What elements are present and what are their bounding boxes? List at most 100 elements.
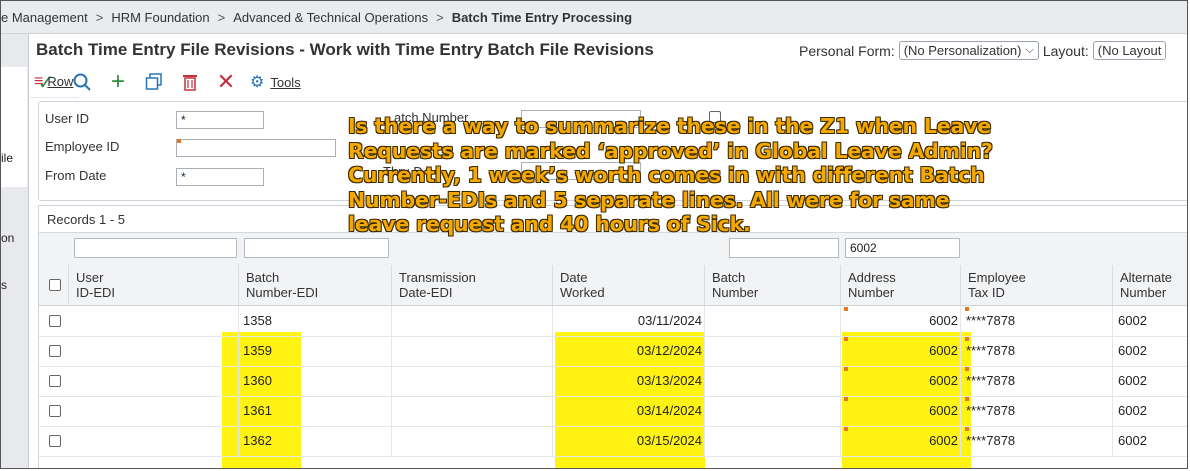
breadcrumb-item-hrm-foundation[interactable]: HRM Foundation <box>111 10 209 25</box>
table-cell-transmission-date-edi <box>392 306 553 336</box>
change-marker <box>965 307 969 311</box>
table-cell-batch-number <box>705 306 841 336</box>
layout-select[interactable]: (No Layout <box>1092 41 1167 60</box>
table-row[interactable]: 1361 03/14/2024 6002 ****7878 6002 <box>39 396 1187 427</box>
table-cell-date-worked: 03/15/2024 <box>553 426 705 456</box>
plus-icon[interactable]: + <box>100 68 136 95</box>
select-all-checkbox[interactable] <box>49 279 61 291</box>
table-row[interactable]: 1358 03/11/2024 6002 ****7878 6002 <box>39 306 1187 337</box>
change-marker <box>965 367 969 371</box>
change-marker <box>844 307 848 311</box>
annotation-text: Is there a way to summarize these in the… <box>348 114 993 236</box>
column-header-employee-tax-id[interactable]: Employee Tax ID <box>961 265 1113 305</box>
table-cell-address-number: 6002 <box>841 396 961 426</box>
table-cell-date-worked: 03/12/2024 <box>553 336 705 366</box>
table-cell-address-number: 6002 <box>841 336 961 366</box>
row-icon: ≡ <box>34 72 44 90</box>
app-window: e Management > HRM Foundation > Advanced… <box>0 0 1188 469</box>
table-cell-batch-number <box>705 426 841 456</box>
grid-header: User ID-EDI Batch Number-EDI Transmission D… <box>39 265 1187 306</box>
breadcrumb-separator: > <box>95 9 104 25</box>
change-marker <box>844 397 848 401</box>
table-cell-alternate-number: 6002 <box>1118 373 1147 388</box>
left-rail-panel <box>1 67 27 187</box>
close-icon[interactable]: ✕ <box>208 69 244 94</box>
row-menu-label: Row <box>47 74 74 89</box>
column-header-date-worked[interactable]: Date Worked <box>553 265 705 305</box>
row-checkbox[interactable] <box>49 375 61 387</box>
breadcrumb-separator: > <box>217 9 226 25</box>
table-row[interactable]: 1360 03/13/2024 6002 ****7878 6002 <box>39 366 1187 397</box>
table-cell-transmission-date-edi <box>392 366 553 396</box>
column-header-batch-number[interactable]: Batch Number <box>705 265 841 305</box>
breadcrumb-item-advanced-technical[interactable]: Advanced & Technical Operations <box>233 10 428 25</box>
table-row[interactable]: 1362 03/15/2024 6002 ****7878 6002 <box>39 426 1187 457</box>
tools-menu-label: Tools <box>270 74 301 90</box>
required-marker <box>177 139 181 143</box>
table-cell-user-id-edi <box>69 306 239 336</box>
row-checkbox[interactable] <box>49 345 61 357</box>
row-menu-button[interactable]: ≡ Row <box>28 67 80 98</box>
personal-form-bar: Personal Form: (No Personalization) ⌵ La… <box>799 41 1170 60</box>
table-cell-transmission-date-edi <box>392 396 553 426</box>
layout-label: Layout: <box>1042 42 1089 59</box>
column-header-address-number[interactable]: Address Number <box>841 265 961 305</box>
table-cell-date-worked: 03/13/2024 <box>553 366 705 396</box>
column-header-alternate-number[interactable]: Alternate Number <box>1113 265 1187 305</box>
user-id-input[interactable]: * <box>176 111 264 129</box>
table-cell-alternate-number: 6002 <box>1118 433 1147 448</box>
records-count: Records 1 - 5 <box>47 212 126 227</box>
grid-filter-row: 6002 <box>39 232 1187 267</box>
table-cell-user-id-edi <box>69 426 239 456</box>
filter-user-id-edi[interactable] <box>74 238 237 258</box>
table-cell-address-number: 6002 <box>841 366 961 396</box>
from-date-input[interactable]: * <box>176 168 264 186</box>
select-all-cell <box>39 265 69 305</box>
left-rail-fragment: ile <box>1 151 14 165</box>
table-cell-employee-tax-id: ****7878 <box>961 366 1113 396</box>
table-cell-employee-tax-id: ****7878 <box>961 336 1113 366</box>
records-grid: Records 1 - 5 6002 User ID-EDI Batch Numbe… <box>38 205 1187 468</box>
table-cell-date-worked: 03/11/2024 <box>553 306 705 336</box>
table-cell-batch-number <box>705 336 841 366</box>
left-rail: ile on s « <box>1 34 29 468</box>
filter-batch-number-edi[interactable] <box>244 238 389 258</box>
column-header-transmission-date-edi[interactable]: Transmission Date-EDI <box>392 265 553 305</box>
table-cell-alternate-number: 6002 <box>1118 313 1147 328</box>
layout-value: (No Layout <box>1097 43 1162 58</box>
filter-batch-number[interactable] <box>729 238 839 258</box>
toolbar: ✓ + ✕ ≡ Row ⚙ Tools <box>28 67 307 98</box>
trash-icon[interactable] <box>172 70 208 94</box>
gear-icon: ⚙ <box>250 74 265 91</box>
table-cell-user-id-edi <box>69 336 239 366</box>
chevron-down-icon: ⌵ <box>1025 44 1034 56</box>
left-rail-fragment: on <box>1 231 15 245</box>
change-marker <box>965 337 969 341</box>
employee-id-input[interactable] <box>176 139 336 157</box>
from-date-label: From Date <box>45 168 107 183</box>
breadcrumb-item-management[interactable]: e Management <box>1 10 88 25</box>
row-checkbox[interactable] <box>49 405 61 417</box>
table-cell-batch-number-edi: 1360 <box>239 366 392 396</box>
table-cell-employee-tax-id: ****7878 <box>961 426 1113 456</box>
column-header-user-id-edi[interactable]: User ID-EDI <box>69 265 239 305</box>
filter-address-number[interactable]: 6002 <box>845 238 960 258</box>
personal-form-label: Personal Form: <box>799 42 895 59</box>
row-checkbox[interactable] <box>49 315 61 327</box>
change-marker <box>844 427 848 431</box>
breadcrumb-separator: > <box>436 9 444 25</box>
table-row[interactable]: 1359 03/12/2024 6002 ****7878 6002 <box>39 336 1187 367</box>
table-cell-transmission-date-edi <box>392 336 553 366</box>
table-cell-batch-number <box>705 366 841 396</box>
employee-id-label: Employee ID <box>45 139 120 154</box>
table-cell-employee-tax-id: ****7878 <box>961 396 1113 426</box>
column-header-batch-number-edi[interactable]: Batch Number-EDI <box>239 265 392 305</box>
tools-menu-button[interactable]: ⚙ Tools <box>244 70 307 94</box>
table-cell-batch-number-edi: 1359 <box>239 336 392 366</box>
change-marker <box>965 397 969 401</box>
row-checkbox[interactable] <box>49 435 61 447</box>
personal-form-select[interactable]: (No Personalization) ⌵ <box>898 41 1039 60</box>
copy-icon[interactable] <box>136 70 172 94</box>
left-rail-fragment: s <box>1 278 7 292</box>
change-marker <box>965 427 969 431</box>
